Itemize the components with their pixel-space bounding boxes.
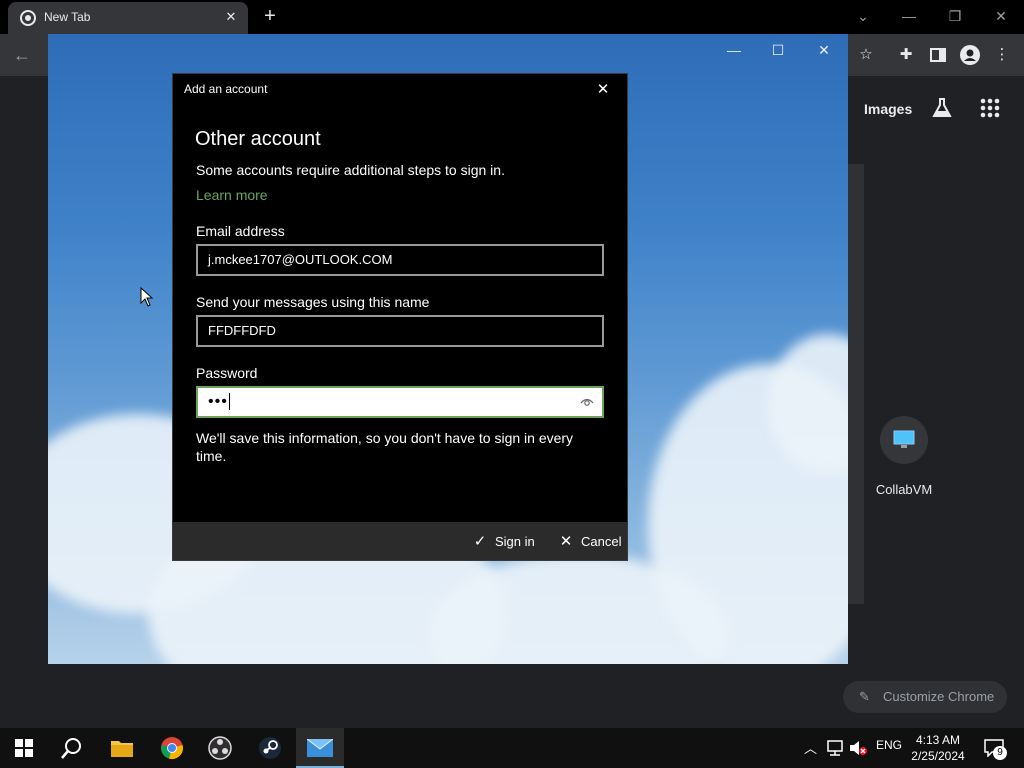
dialog-title: Add an account (184, 82, 268, 96)
steam-logo-icon (259, 737, 281, 759)
mail-minimize-icon[interactable]: — (714, 40, 754, 60)
chrome-minimize-icon[interactable]: — (886, 2, 932, 30)
customize-chrome-label: Customize Chrome (883, 689, 995, 704)
dialog-footer: ✓ Sign in ✕ Cancel (173, 522, 627, 560)
system-clock[interactable]: 4:13 AM 2/25/2024 (902, 732, 974, 764)
obs-taskbar-button[interactable] (196, 728, 244, 768)
tab-close-icon[interactable]: ✕ (222, 8, 240, 26)
name-label: Send your messages using this name (196, 294, 430, 310)
volume-muted-icon[interactable] (849, 740, 867, 756)
add-account-dialog: Add an account ✕ Other account Some acco… (172, 73, 628, 561)
extensions-puzzle-icon[interactable]: ✚ (894, 43, 918, 67)
chrome-restore-icon[interactable]: ❐ (932, 2, 978, 30)
pencil-icon: ✎ (859, 689, 870, 704)
side-panel-icon[interactable] (926, 43, 950, 67)
search-icon (61, 738, 81, 759)
profile-avatar-icon[interactable] (958, 43, 982, 67)
side-panel-edge (848, 164, 864, 604)
clock-date: 2/25/2024 (911, 749, 965, 763)
cancel-label: Cancel (581, 534, 622, 549)
chrome-taskbar-button[interactable] (148, 728, 196, 768)
windows-logo-icon (15, 739, 33, 757)
steam-taskbar-button[interactable] (246, 728, 294, 768)
cancel-button[interactable]: ✕ Cancel (557, 532, 622, 550)
monitor-icon (880, 416, 928, 464)
dialog-close-icon[interactable]: ✕ (593, 80, 613, 100)
tab-new-tab[interactable]: New Tab ✕ (8, 2, 248, 34)
mail-envelope-icon (307, 739, 333, 757)
notification-count-badge: 9 (993, 746, 1007, 760)
display-name-field[interactable]: FFDFFDFD (196, 315, 604, 347)
input-language-indicator[interactable]: ENG (876, 738, 902, 752)
images-link[interactable]: Images (864, 101, 912, 117)
save-info-note: We'll save this information, so you don'… (196, 430, 574, 464)
dialog-subtext: Some accounts require additional steps t… (196, 162, 505, 178)
google-apps-grid-icon[interactable] (978, 96, 1002, 120)
clock-time: 4:13 AM (915, 733, 961, 747)
windows-taskbar: ︿ ENG 4:13 AM 2/25/2024 9 (0, 728, 1024, 768)
shortcut-collabvm[interactable]: CollabVM (868, 416, 940, 497)
action-center-button[interactable]: 9 (976, 728, 1024, 768)
customize-chrome-button[interactable]: ✎ Customize Chrome (843, 681, 1007, 713)
file-explorer-button[interactable] (98, 728, 146, 768)
tab-title: New Tab (44, 10, 91, 24)
bookmark-star-icon[interactable]: ☆ (854, 43, 878, 67)
mail-close-icon[interactable]: ✕ (804, 40, 844, 60)
sign-in-label: Sign in (495, 534, 535, 549)
email-label: Email address (196, 223, 285, 239)
email-field[interactable]: j.mckee1707@OUTLOOK.COM (196, 244, 604, 276)
mail-maximize-icon[interactable]: ☐ (758, 40, 798, 60)
password-field[interactable]: ••• (196, 386, 604, 418)
tray-overflow-chevron-icon[interactable]: ︿ (804, 738, 817, 757)
sign-in-button[interactable]: ✓ Sign in (471, 532, 535, 550)
chrome-favicon-icon (20, 10, 36, 26)
text-caret (228, 393, 230, 410)
reveal-password-eye-icon[interactable] (580, 396, 594, 408)
folder-icon (111, 741, 133, 757)
mail-taskbar-button[interactable] (296, 728, 344, 768)
learn-more-link[interactable]: Learn more (196, 187, 268, 203)
chrome-menu-icon[interactable]: ⋮ (990, 43, 1014, 67)
mouse-cursor-icon (140, 287, 154, 307)
cancel-x-icon: ✕ (559, 533, 573, 550)
chrome-close-icon[interactable]: ✕ (978, 2, 1024, 30)
tab-search-icon[interactable]: ⌄ (840, 2, 886, 30)
start-button[interactable] (0, 728, 48, 768)
password-label: Password (196, 365, 258, 381)
back-arrow-icon[interactable]: ← (10, 43, 34, 67)
labs-flask-icon[interactable] (930, 96, 954, 120)
password-value: ••• (208, 393, 228, 410)
new-tab-button[interactable]: + (258, 4, 282, 28)
shortcut-label: CollabVM (875, 482, 933, 497)
dialog-heading: Other account (195, 128, 321, 150)
checkmark-icon: ✓ (473, 533, 487, 550)
network-icon[interactable] (826, 740, 844, 756)
obs-logo-icon (208, 736, 232, 760)
search-button[interactable] (48, 728, 96, 768)
tab-strip: New Tab ✕ + ⌄ — ❐ ✕ (0, 0, 1024, 34)
chrome-logo-icon (161, 737, 183, 759)
